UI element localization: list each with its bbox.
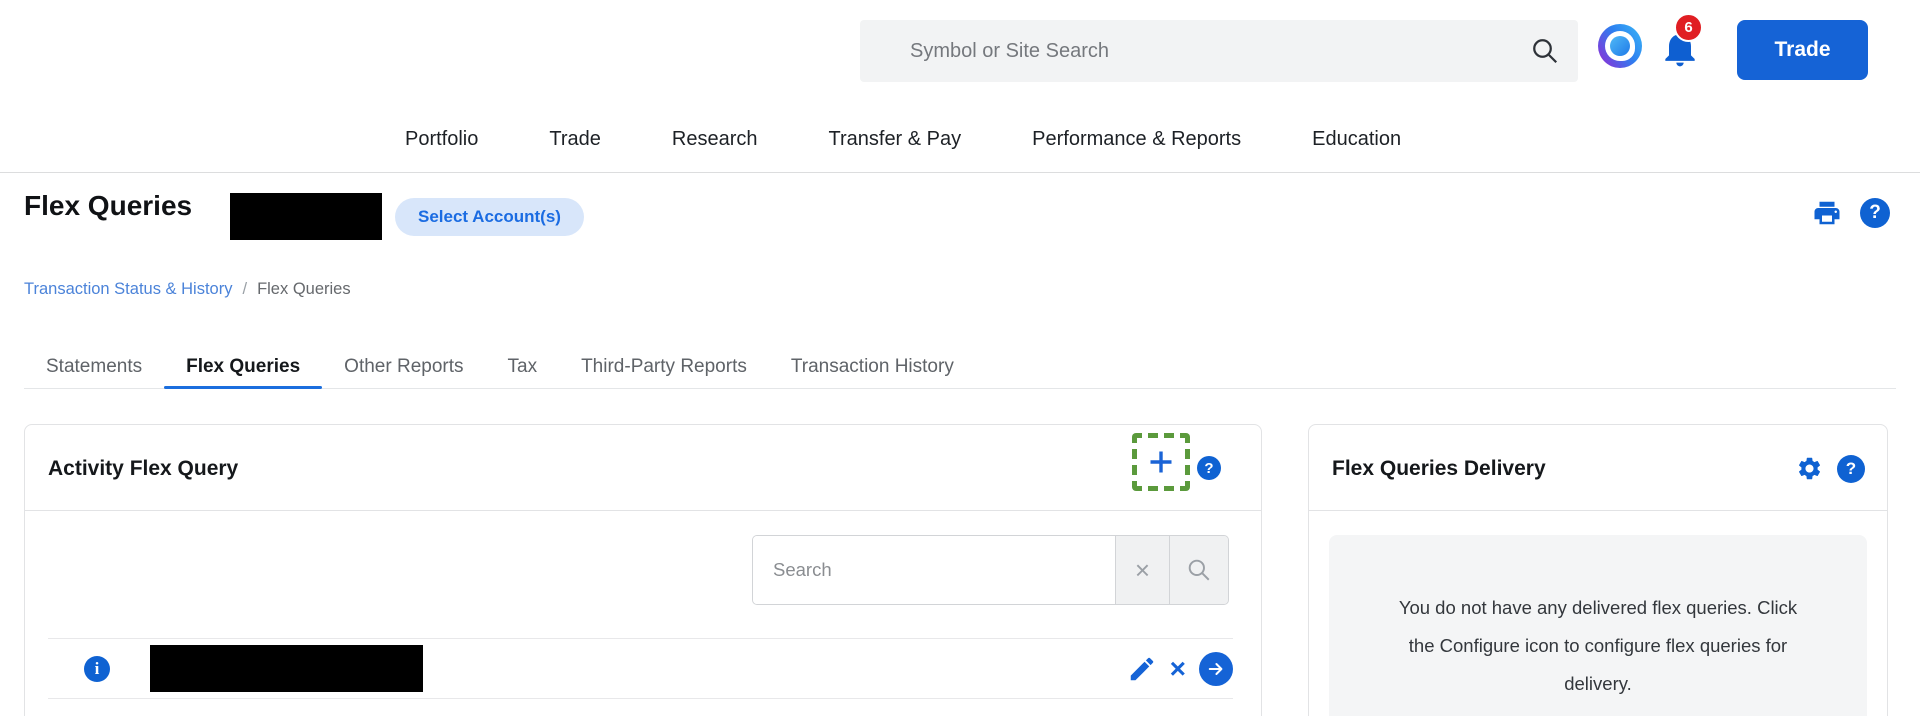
plus-icon: [1150, 451, 1172, 473]
query-search-input[interactable]: [753, 536, 1116, 604]
delivery-card-body: You do not have any delivered flex queri…: [1309, 511, 1887, 716]
page-title: Flex Queries: [24, 190, 193, 221]
search-icon[interactable]: [1530, 36, 1560, 66]
nav-item-portfolio[interactable]: Portfolio: [405, 128, 478, 151]
nav-item-performance-reports[interactable]: Performance & Reports: [1032, 128, 1241, 151]
delivery-help-icon[interactable]: ?: [1837, 455, 1865, 483]
breadcrumb-separator: /: [242, 280, 248, 298]
activity-card-title: Activity Flex Query: [48, 457, 239, 480]
submit-search-icon[interactable]: [1170, 536, 1228, 604]
nav-item-transfer-pay[interactable]: Transfer & Pay: [829, 128, 962, 151]
site-search-input[interactable]: [860, 20, 1578, 82]
tab-third-party-reports[interactable]: Third-Party Reports: [559, 346, 769, 388]
delivery-card-title: Flex Queries Delivery: [1332, 457, 1546, 480]
redacted-query-name: [150, 645, 423, 692]
notification-count-badge: 6: [1674, 13, 1703, 42]
activity-flex-query-card: Activity Flex Query ? × i: [24, 424, 1262, 716]
tab-transaction-history[interactable]: Transaction History: [769, 346, 976, 388]
tab-flex-queries[interactable]: Flex Queries: [164, 346, 323, 389]
run-query-icon[interactable]: [1199, 651, 1233, 686]
delivery-empty-message: You do not have any delivered flex queri…: [1398, 597, 1798, 694]
activity-help-icon[interactable]: ?: [1197, 456, 1221, 480]
header-divider: [0, 172, 1920, 173]
tab-tax[interactable]: Tax: [486, 346, 560, 388]
delete-query-icon[interactable]: ×: [1170, 654, 1186, 683]
info-icon[interactable]: i: [84, 655, 110, 682]
reports-tab-bar: Statements Flex Queries Other Reports Ta…: [24, 346, 1896, 389]
flex-queries-page: 6 Trade Portfolio Trade Research Transfe…: [0, 0, 1920, 716]
configure-gear-icon[interactable]: [1796, 455, 1823, 482]
breadcrumb-current: Flex Queries: [257, 280, 351, 298]
flex-query-row: i ×: [48, 638, 1233, 699]
add-flex-query-button[interactable]: [1132, 433, 1190, 491]
assistant-logo-icon[interactable]: [1598, 24, 1642, 68]
query-search-group: ×: [752, 535, 1229, 605]
nav-item-research[interactable]: Research: [672, 128, 758, 151]
breadcrumb-link-transaction-status[interactable]: Transaction Status & History: [24, 280, 232, 299]
tab-other-reports[interactable]: Other Reports: [322, 346, 485, 388]
select-accounts-button[interactable]: Select Account(s): [395, 198, 584, 236]
breadcrumb: Transaction Status & History / Flex Quer…: [24, 280, 351, 299]
site-search-bar: [860, 20, 1578, 82]
print-icon[interactable]: [1812, 198, 1842, 228]
activity-card-header: Activity Flex Query ?: [25, 425, 1261, 511]
nav-item-education[interactable]: Education: [1312, 128, 1401, 151]
activity-card-body: × i ×: [25, 511, 1261, 716]
main-navigation: Portfolio Trade Research Transfer & Pay …: [405, 118, 1401, 160]
page-help-icon[interactable]: ?: [1860, 198, 1890, 228]
delivery-card-header: Flex Queries Delivery ?: [1309, 425, 1887, 511]
edit-query-icon[interactable]: [1127, 654, 1157, 684]
delivery-empty-panel: You do not have any delivered flex queri…: [1329, 535, 1867, 716]
tab-statements[interactable]: Statements: [24, 346, 164, 388]
clear-search-icon[interactable]: ×: [1116, 536, 1170, 604]
nav-item-trade[interactable]: Trade: [549, 128, 601, 151]
flex-queries-delivery-card: Flex Queries Delivery ? You do not have …: [1308, 424, 1888, 716]
redacted-account-id: [230, 193, 382, 240]
trade-button[interactable]: Trade: [1737, 20, 1868, 80]
